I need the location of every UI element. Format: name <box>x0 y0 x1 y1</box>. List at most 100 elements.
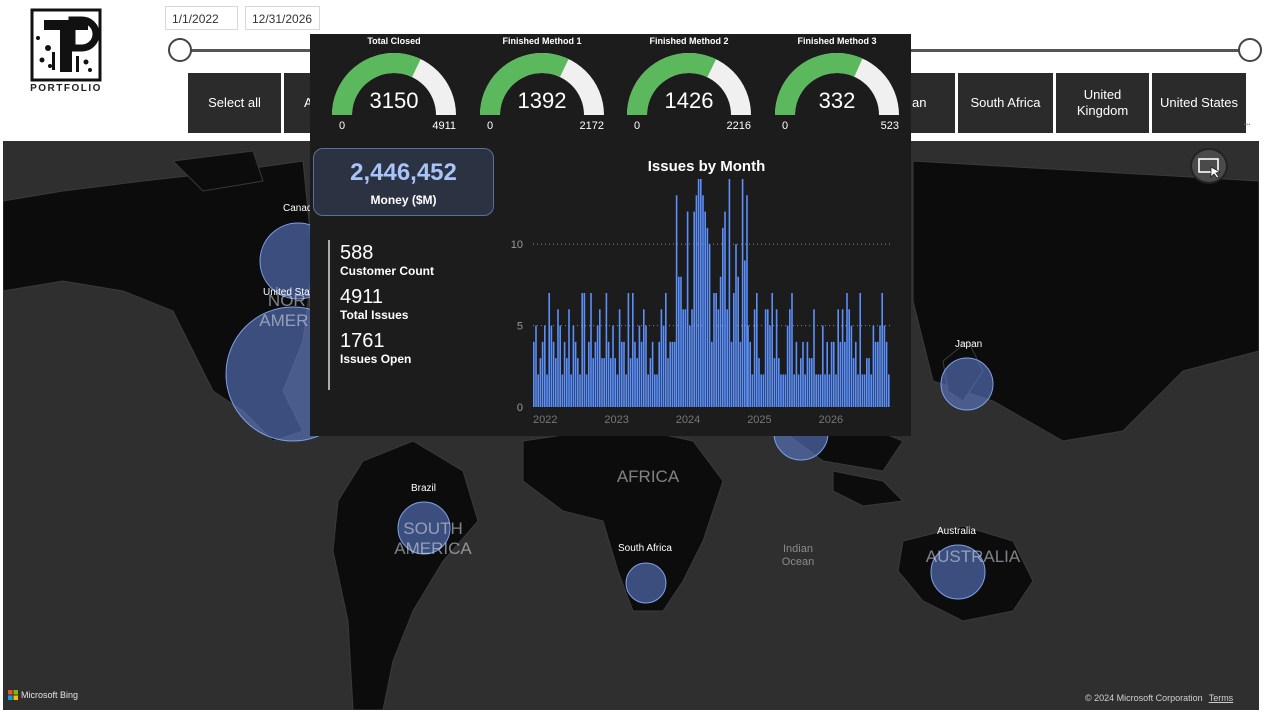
chart-bar <box>713 293 715 407</box>
terms-link[interactable]: Terms <box>1209 693 1234 703</box>
chart-bar <box>621 341 623 407</box>
chart-bar <box>773 358 776 407</box>
chart-bar <box>601 358 603 407</box>
gauge-value: 3150 <box>369 88 419 113</box>
y-tick-label: 5 <box>517 321 523 333</box>
chart-bar <box>557 309 559 407</box>
country-button-south-africa[interactable]: South Africa <box>958 73 1053 133</box>
money-label: Money ($M) <box>370 193 437 207</box>
gauge-max: 523 <box>880 120 899 132</box>
chart-bar <box>616 374 619 407</box>
chart-bar <box>885 341 888 407</box>
chart-bar <box>844 341 846 407</box>
chart-bar <box>541 341 544 407</box>
chart-title: Issues by Month <box>647 158 766 175</box>
chart-bar <box>800 358 802 407</box>
chart-bar <box>629 358 632 407</box>
gauge-title: Finished Method 3 <box>797 36 877 46</box>
chart-bar <box>760 374 762 407</box>
chart-bar <box>638 325 641 407</box>
chart-bar <box>535 325 537 407</box>
date-slider-start-handle[interactable] <box>168 38 192 62</box>
logo-text: PORTFOLIO <box>30 83 102 94</box>
chart-bar <box>719 276 722 407</box>
chart-bar <box>791 293 793 407</box>
date-slider-end-handle[interactable] <box>1238 38 1262 62</box>
chart-bar <box>673 341 676 407</box>
chart-bar <box>702 195 704 407</box>
chart-bar <box>826 341 828 407</box>
y-tick-label: 0 <box>517 402 523 414</box>
chart-bar <box>728 179 731 407</box>
chart-bar <box>697 179 700 407</box>
chart-bar <box>634 341 636 407</box>
chart-bar <box>747 325 749 407</box>
chart-bar <box>866 358 868 407</box>
chart-bar <box>868 358 870 407</box>
chart-bar <box>737 276 739 407</box>
chart-bar <box>837 309 839 407</box>
microsoft-logo-icon <box>8 690 18 700</box>
chart-bar <box>643 309 645 407</box>
chart-bar <box>568 309 570 407</box>
chart-bar <box>715 293 717 407</box>
chart-bar <box>684 309 687 407</box>
map-label-australia: Australia <box>937 526 976 537</box>
chart-bar <box>706 227 709 407</box>
country-button-united-kingdom[interactable]: United Kingdom <box>1056 73 1149 133</box>
chart-bar <box>651 341 654 407</box>
end-date-input[interactable]: 12/31/2026 <box>245 6 320 30</box>
chart-bar <box>708 244 711 407</box>
gauge-title: Total Closed <box>367 36 421 46</box>
chart-bar <box>544 325 546 407</box>
chart-bar <box>857 374 859 407</box>
chart-bar <box>835 374 837 407</box>
country-button-united-states[interactable]: United States <box>1152 73 1246 133</box>
chart-bar <box>552 341 555 407</box>
map-label-japan: Japan <box>955 339 983 350</box>
chart-bar <box>579 374 581 407</box>
issues-by-month-chart[interactable]: 0 5 10 2022 2023 2024 2025 2026 <box>505 179 905 429</box>
chart-bar <box>574 341 577 407</box>
chart-bar <box>780 374 782 407</box>
chart-bar <box>711 341 713 407</box>
country-select-all-button[interactable]: Select all <box>188 73 281 133</box>
chart-bar <box>879 325 881 407</box>
chart-bar <box>656 374 658 407</box>
chart-bar <box>585 374 588 407</box>
gauge-min: 0 <box>339 120 346 132</box>
chart-bar <box>632 293 634 407</box>
chart-bar <box>841 309 844 407</box>
bubble-japan <box>940 357 994 411</box>
chart-bar <box>824 374 826 407</box>
chart-bar <box>863 374 866 407</box>
chart-bar <box>874 341 877 407</box>
chart-bar <box>795 341 798 407</box>
start-date-input[interactable]: 1/1/2022 <box>165 6 238 30</box>
kpi-overlay-panel: Total Closed 3150 0 4911 Finished Method… <box>310 34 911 436</box>
chart-bar <box>861 374 864 407</box>
chart-bar <box>693 211 695 407</box>
gauge-max: 2216 <box>726 120 751 132</box>
chart-bar <box>846 293 848 407</box>
more-options-icon[interactable]: ... <box>1243 114 1251 128</box>
continent-label-australia: AUSTRALIA <box>925 547 1021 566</box>
chart-bar <box>618 309 621 407</box>
x-tick-label: 2026 <box>819 414 843 426</box>
chart-bar <box>682 309 684 407</box>
chart-bar <box>852 358 855 407</box>
chart-bar <box>877 341 879 407</box>
y-tick-label: 10 <box>511 239 523 251</box>
chart-bar <box>533 341 535 407</box>
chart-bar <box>605 293 608 407</box>
chart-bar <box>546 374 548 407</box>
map-label-brazil: Brazil <box>411 483 437 494</box>
chart-bar <box>881 293 883 407</box>
chart-bar <box>767 309 769 407</box>
chart-bar <box>797 374 800 407</box>
focus-mode-button[interactable] <box>1190 148 1228 184</box>
chart-bar <box>607 341 610 407</box>
chart-bar <box>741 179 744 407</box>
chart-bar <box>883 325 886 407</box>
chart-bar <box>548 293 550 407</box>
